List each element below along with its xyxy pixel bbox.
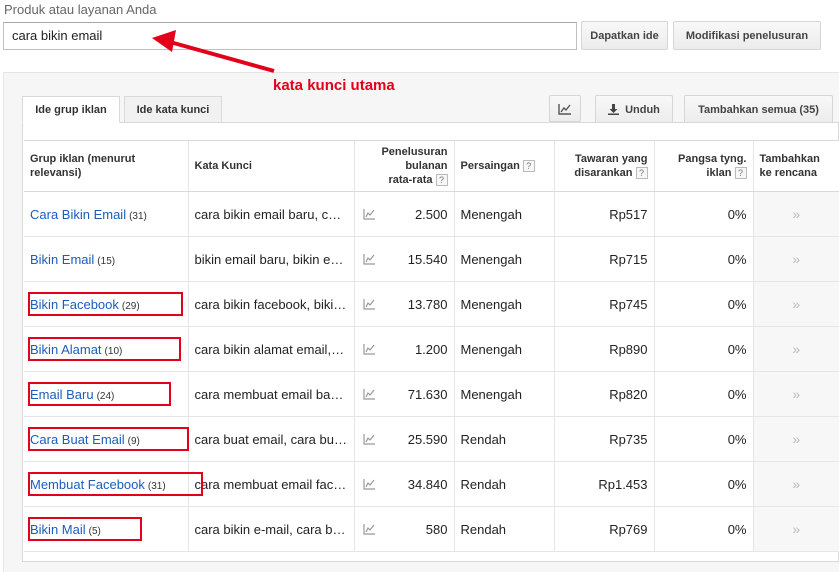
trend-chart-icon[interactable] [362, 478, 376, 490]
header-avg-searches[interactable]: Penelusuran bulanan rata-rata? [353, 140, 454, 192]
suggested-bid-cell: Rp745 [553, 281, 654, 327]
table-row[interactable]: Cara Bikin Email (31) cara bikin email bar… [24, 191, 839, 237]
impression-share-cell: 0% [653, 461, 753, 507]
searches-cell: 13.780 [353, 281, 454, 327]
trend-chart-icon[interactable] [362, 253, 376, 265]
ad-group-cell: Cara Bikin Email (31) [24, 191, 188, 237]
impression-share-cell: 0% [653, 371, 753, 417]
ad-group-cell: Bikin Email (15) [24, 236, 188, 282]
ad-group-link[interactable]: Cara Bikin Email [30, 207, 126, 222]
annotation-arrow-icon [152, 30, 275, 73]
add-to-plan-button[interactable]: » [752, 191, 839, 237]
keyword-count: (15) [97, 255, 116, 267]
trend-chart-icon[interactable] [362, 208, 376, 220]
help-icon[interactable]: ? [734, 167, 747, 180]
impression-share-cell: 0% [653, 236, 753, 282]
add-to-plan-button[interactable]: » [752, 281, 839, 327]
search-input[interactable]: cara bikin email [3, 22, 577, 50]
search-label: Produk atau layanan Anda [4, 2, 157, 17]
chart-icon [558, 103, 571, 115]
tab-keyword-ideas[interactable]: Ide kata kunci [124, 96, 222, 123]
suggested-bid-cell: Rp517 [553, 191, 654, 237]
competition-cell: Rendah [453, 416, 554, 462]
keywords-cell: cara buat email, cara buat email baru [187, 416, 354, 462]
keywords-cell: cara membuat email baru, email baru [187, 371, 354, 417]
searches-cell: 15.540 [353, 236, 454, 282]
impression-share-cell: 0% [653, 326, 753, 372]
tab-ad-group-ideas[interactable]: Ide grup iklan [22, 96, 120, 123]
keywords-cell: bikin email baru, bikin email gratis [187, 236, 354, 282]
suggested-bid-cell: Rp1.453 [553, 461, 654, 507]
add-to-plan-button[interactable]: » [752, 371, 839, 417]
trend-chart-icon[interactable] [362, 343, 376, 355]
table-row[interactable]: Bikin Mail (5) cara bikin e-mail, cara bik… [24, 506, 839, 552]
modify-search-button[interactable]: Modifikasi penelusuran [673, 21, 821, 50]
searches-cell: 71.630 [353, 371, 454, 417]
header-keywords[interactable]: Kata Kunci [187, 140, 354, 192]
table-row[interactable]: Bikin Email (15) bikin email baru, bikin e… [24, 236, 839, 282]
keywords-cell: cara bikin e-mail, cara bikin mail [187, 506, 354, 552]
add-to-plan-button[interactable]: » [752, 326, 839, 372]
add-to-plan-button[interactable]: » [752, 506, 839, 552]
searches-cell: 580 [353, 506, 454, 552]
suggested-bid-cell: Rp890 [553, 326, 654, 372]
get-ideas-button[interactable]: Dapatkan ide [581, 21, 668, 50]
highlight-box [28, 472, 203, 496]
ad-group-link[interactable]: Bikin Email [30, 252, 94, 267]
trend-chart-icon[interactable] [362, 433, 376, 445]
searches-cell: 2.500 [353, 191, 454, 237]
trend-chart-icon[interactable] [362, 388, 376, 400]
help-icon[interactable]: ? [435, 174, 448, 187]
keywords-cell: cara bikin facebook, bikin facebook baru [187, 281, 354, 327]
keywords-cell: cara membuat email facebook, membuat fac… [187, 461, 354, 507]
header-add-to-plan: Tambahkan ke rencana [752, 140, 839, 192]
competition-cell: Menengah [453, 191, 554, 237]
keyword-count: (31) [129, 210, 147, 222]
suggested-bid-cell: Rp735 [553, 416, 654, 462]
add-all-button[interactable]: Tambahkan semua (35) [684, 95, 833, 124]
trend-chart-icon[interactable] [362, 523, 376, 535]
competition-cell: Menengah [453, 236, 554, 282]
annotation-label: kata kunci utama [273, 77, 395, 94]
competition-cell: Menengah [453, 326, 554, 372]
highlight-box [28, 517, 142, 541]
competition-cell: Rendah [453, 461, 554, 507]
impression-share-cell: 0% [653, 191, 753, 237]
trend-chart-icon[interactable] [362, 298, 376, 310]
highlight-box [28, 292, 183, 316]
download-icon [608, 104, 620, 115]
keywords-cell: cara bikin alamat email, bikin alamat em… [187, 326, 354, 372]
header-competition[interactable]: Persaingan? [453, 140, 554, 192]
download-button[interactable]: Unduh [595, 95, 673, 124]
keywords-cell: cara bikin email baru, cara bikin email … [187, 191, 354, 237]
add-to-plan-button[interactable]: » [752, 461, 839, 507]
highlight-box [28, 337, 181, 361]
searches-cell: 1.200 [353, 326, 454, 372]
header-suggested-bid[interactable]: Tawaran yang disarankan? [553, 140, 654, 192]
competition-cell: Rendah [453, 506, 554, 552]
header-ad-group[interactable]: Grup iklan (menurut relevansi) [24, 140, 188, 192]
suggested-bid-cell: Rp769 [553, 506, 654, 552]
searches-cell: 34.840 [353, 461, 454, 507]
competition-cell: Menengah [453, 371, 554, 417]
help-icon[interactable]: ? [522, 160, 535, 173]
impression-share-cell: 0% [653, 416, 753, 462]
table-header-row: Grup iklan (menurut relevansi) Kata Kunc… [24, 140, 839, 192]
impression-share-cell: 0% [653, 506, 753, 552]
chart-button[interactable] [549, 95, 581, 122]
help-icon[interactable]: ? [635, 167, 648, 180]
competition-cell: Menengah [453, 281, 554, 327]
download-label: Unduh [625, 103, 660, 116]
add-to-plan-button[interactable]: » [752, 236, 839, 282]
add-to-plan-button[interactable]: » [752, 416, 839, 462]
header-ad-impression-share[interactable]: Pangsa tyng. iklan? [653, 140, 753, 192]
highlight-box [28, 427, 189, 451]
highlight-box [28, 382, 171, 406]
suggested-bid-cell: Rp820 [553, 371, 654, 417]
searches-cell: 25.590 [353, 416, 454, 462]
impression-share-cell: 0% [653, 281, 753, 327]
suggested-bid-cell: Rp715 [553, 236, 654, 282]
